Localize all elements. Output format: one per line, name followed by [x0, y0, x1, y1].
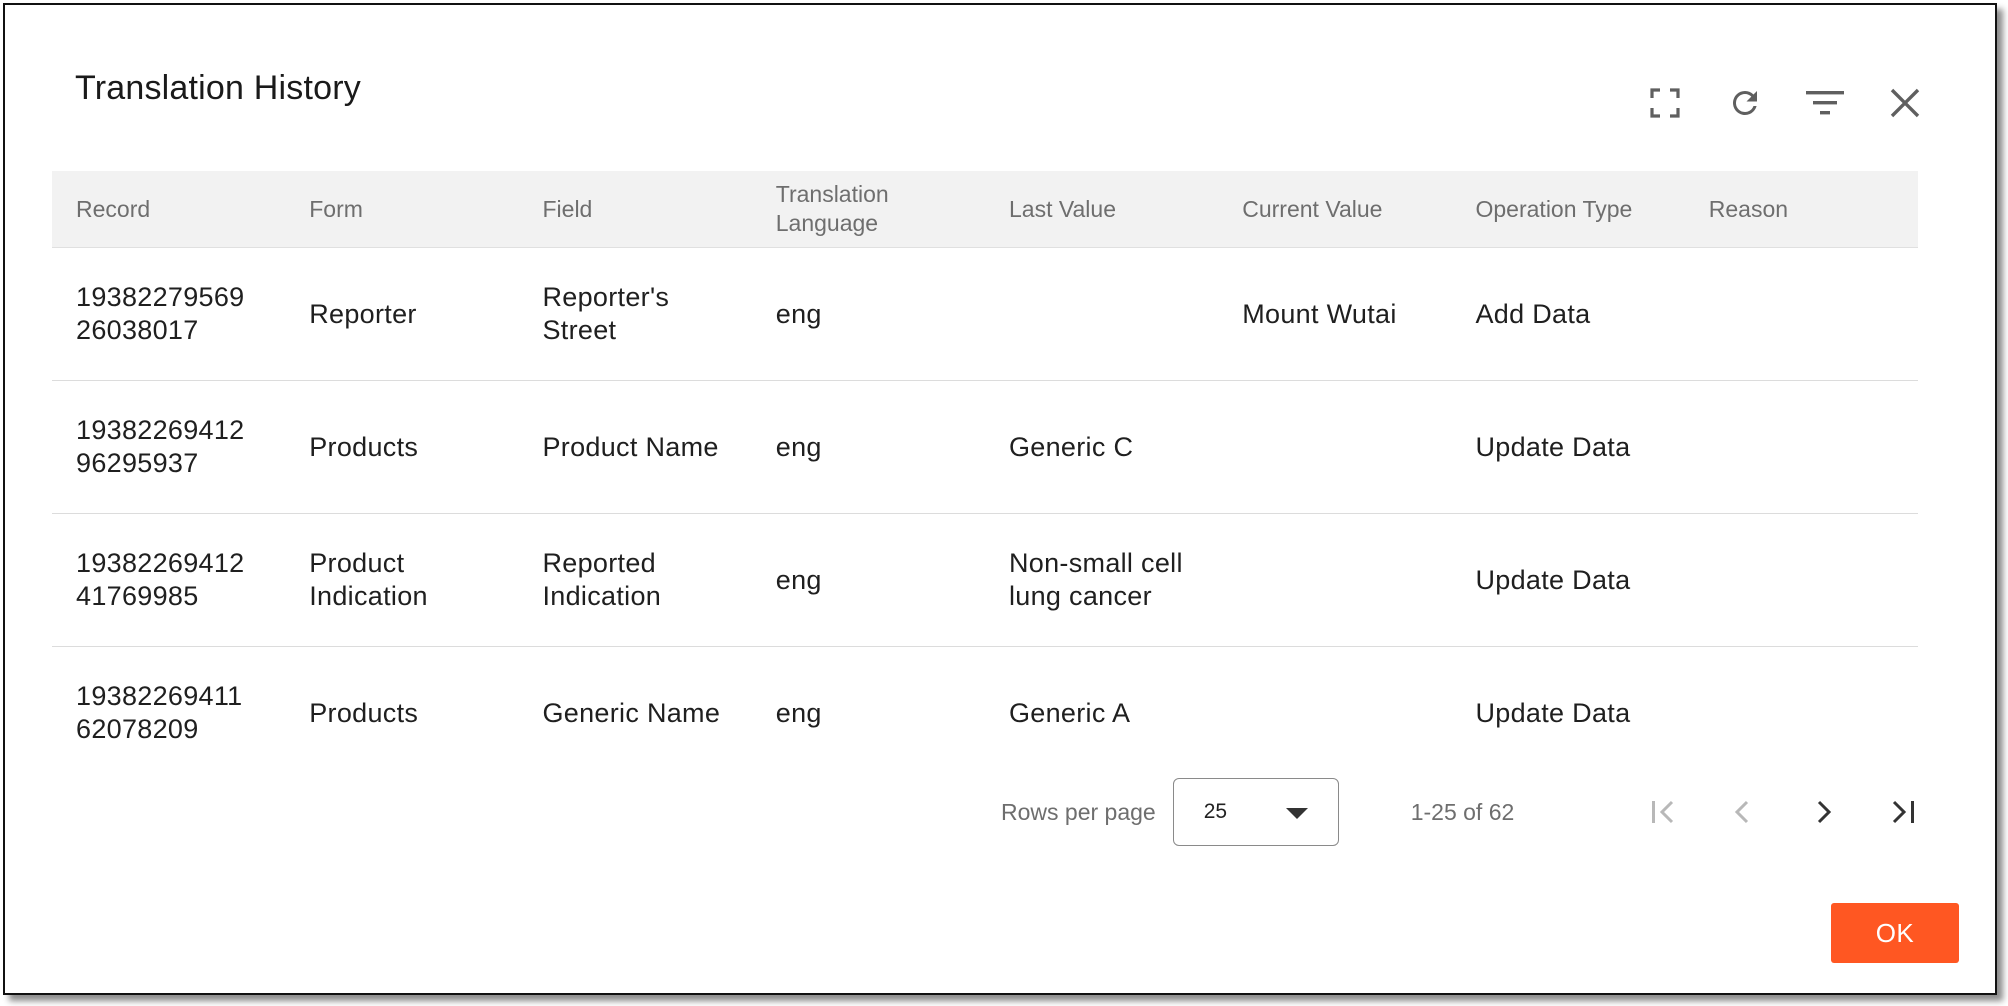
- refresh-button[interactable]: [1705, 77, 1785, 129]
- cell-field: Reporter's Street: [542, 282, 670, 345]
- column-header-record[interactable]: Record: [52, 195, 285, 224]
- cell-language: eng: [775, 298, 822, 329]
- cell-operation-type: Update Data: [1475, 697, 1631, 728]
- column-header-current-value[interactable]: Current Value: [1218, 195, 1451, 224]
- cell-language: eng: [775, 697, 822, 728]
- cell-form: Products: [309, 431, 419, 462]
- column-header-translation-language[interactable]: Translation Language: [752, 180, 985, 238]
- close-icon: [1890, 88, 1920, 118]
- cell-language: eng: [775, 431, 822, 462]
- cell-record: 19382279569 26038017: [76, 282, 245, 345]
- cell-record: 19382269412 41769985: [76, 548, 245, 611]
- column-header-field[interactable]: Field: [519, 195, 752, 224]
- table-row: 19382269411 62078209 Products Generic Nam…: [52, 647, 1918, 779]
- table-row: 19382269412 41769985 Product Indication R…: [52, 514, 1918, 647]
- cell-form: Reporter: [309, 298, 417, 329]
- cell-form: Product Indication: [309, 548, 428, 611]
- cell-record: 19382269412 96295937: [76, 415, 245, 478]
- cell-field: Generic Name: [542, 697, 721, 728]
- previous-page-button[interactable]: [1703, 782, 1783, 842]
- header-toolbar: [1625, 77, 1945, 129]
- pagination-nav: [1623, 782, 1943, 842]
- cell-form: Products: [309, 697, 419, 728]
- rows-per-page-value: 25: [1203, 800, 1228, 823]
- column-header-reason[interactable]: Reason: [1685, 195, 1918, 224]
- filter-icon: [1806, 91, 1844, 115]
- fullscreen-button[interactable]: [1625, 77, 1705, 129]
- column-header-form[interactable]: Form: [285, 195, 518, 224]
- last-page-icon: [1892, 800, 1914, 824]
- fullscreen-icon: [1650, 88, 1680, 118]
- refresh-icon: [1732, 90, 1757, 115]
- cell-field: Product Name: [542, 431, 719, 462]
- first-page-button[interactable]: [1623, 782, 1703, 842]
- cell-last-value: Generic A: [1009, 697, 1131, 728]
- cell-last-value: Generic C: [1009, 431, 1134, 462]
- dropdown-caret-icon: [1285, 808, 1308, 819]
- table-row: 19382279569 26038017 Reporter Reporter's …: [52, 248, 1918, 381]
- table-header: Record Form Field Translation Language L…: [52, 171, 1918, 248]
- cell-record: 19382269411 62078209: [76, 681, 243, 744]
- rows-per-page-select[interactable]: 25: [1172, 778, 1339, 846]
- first-page-icon: [1651, 800, 1673, 824]
- translation-history-dialog: Translation History Record Form Field Tr…: [3, 3, 1997, 995]
- ok-button[interactable]: OK: [1831, 903, 1959, 963]
- rows-per-page-label: Rows per page: [1001, 798, 1156, 825]
- dialog-title: Translation History: [75, 69, 361, 107]
- cell-last-value: Non-small cell lung cancer: [1009, 548, 1183, 611]
- pagination-range: 1-25 of 62: [1410, 798, 1515, 825]
- column-header-translation-language-text: Translation Language: [775, 181, 889, 236]
- next-page-button[interactable]: [1783, 782, 1863, 842]
- last-page-button[interactable]: [1863, 782, 1943, 842]
- cell-language: eng: [775, 564, 822, 595]
- column-header-operation-type[interactable]: Operation Type: [1452, 195, 1685, 224]
- filter-button[interactable]: [1785, 77, 1865, 129]
- column-header-last-value[interactable]: Last Value: [985, 195, 1218, 224]
- chevron-left-icon: [1734, 800, 1748, 824]
- cell-operation-type: Update Data: [1475, 564, 1631, 595]
- chevron-right-icon: [1817, 800, 1831, 824]
- cell-current-value: Mount Wutai: [1242, 298, 1397, 329]
- cell-operation-type: Add Data: [1475, 298, 1591, 329]
- pagination: Rows per page 25 1-25 of 62: [1001, 777, 1943, 847]
- table-row: 19382269412 96295937 Products Product Nam…: [52, 381, 1918, 514]
- cell-operation-type: Update Data: [1475, 431, 1631, 462]
- translation-history-table: Record Form Field Translation Language L…: [52, 171, 1918, 779]
- cell-field: Reported Indication: [542, 548, 662, 611]
- close-button[interactable]: [1865, 77, 1945, 129]
